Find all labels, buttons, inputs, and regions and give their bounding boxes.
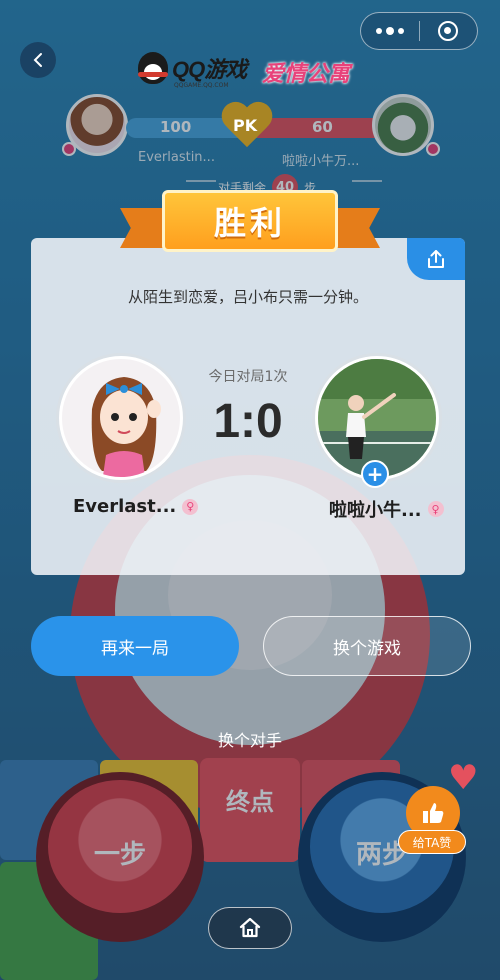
add-friend-button[interactable]: + [361,460,389,488]
chevron-left-icon [33,53,42,67]
qq-logo-text: QQ游戏 [172,57,247,82]
today-match-count: 今日对局1次 [208,369,288,385]
share-icon [428,250,444,268]
like-label: 给TA赞 [398,830,466,854]
play-again-button[interactable]: 再来一局 [31,616,239,676]
match-score: 1:0 [213,395,283,448]
player-left-name-row: Everlast... ♀ [73,496,199,517]
love-apartment-logo: 爱情公寓 [262,62,351,87]
player-right-name-row: 啦啦小牛... ♀ [329,496,444,522]
female-icon: ♀ [182,498,199,515]
qq-logo-subtext: QQGAME.QQ.COM [174,82,229,89]
female-icon: ♀ [427,501,444,517]
result-slogan: 从陌生到恋爱，吕小布只需一分钟。 [127,288,368,306]
more-dots-icon [375,26,404,35]
victory-text: 胜利 [213,204,286,242]
qq-penguin-icon [138,52,168,84]
more-button[interactable] [361,13,419,49]
player-left-name: Everlast... [73,496,177,517]
target-circle-icon [438,21,459,41]
like-button[interactable]: 给TA赞 [398,786,468,856]
qq-game-logo: QQ游戏 QQGAME.QQ.COM [138,52,247,89]
close-mini-program-button[interactable] [420,13,478,49]
back-button[interactable] [20,42,56,78]
mini-program-capsule [360,12,478,50]
home-button[interactable] [208,907,292,949]
change-opponent-link[interactable]: 换个对手 [0,727,500,751]
victory-banner: 胜利 [120,186,380,262]
share-button[interactable] [407,238,465,280]
pk-label: PK [233,116,258,135]
change-game-button[interactable]: 换个游戏 [263,616,471,676]
home-icon [239,917,261,938]
ribbon-body: 胜利 [162,190,338,252]
result-dialog: 从陌生到恋爱，吕小布只需一分钟。 + 今日对局1次 1:0 Everlast.. [31,238,465,575]
player-right-name: 啦啦小牛... [329,500,422,521]
